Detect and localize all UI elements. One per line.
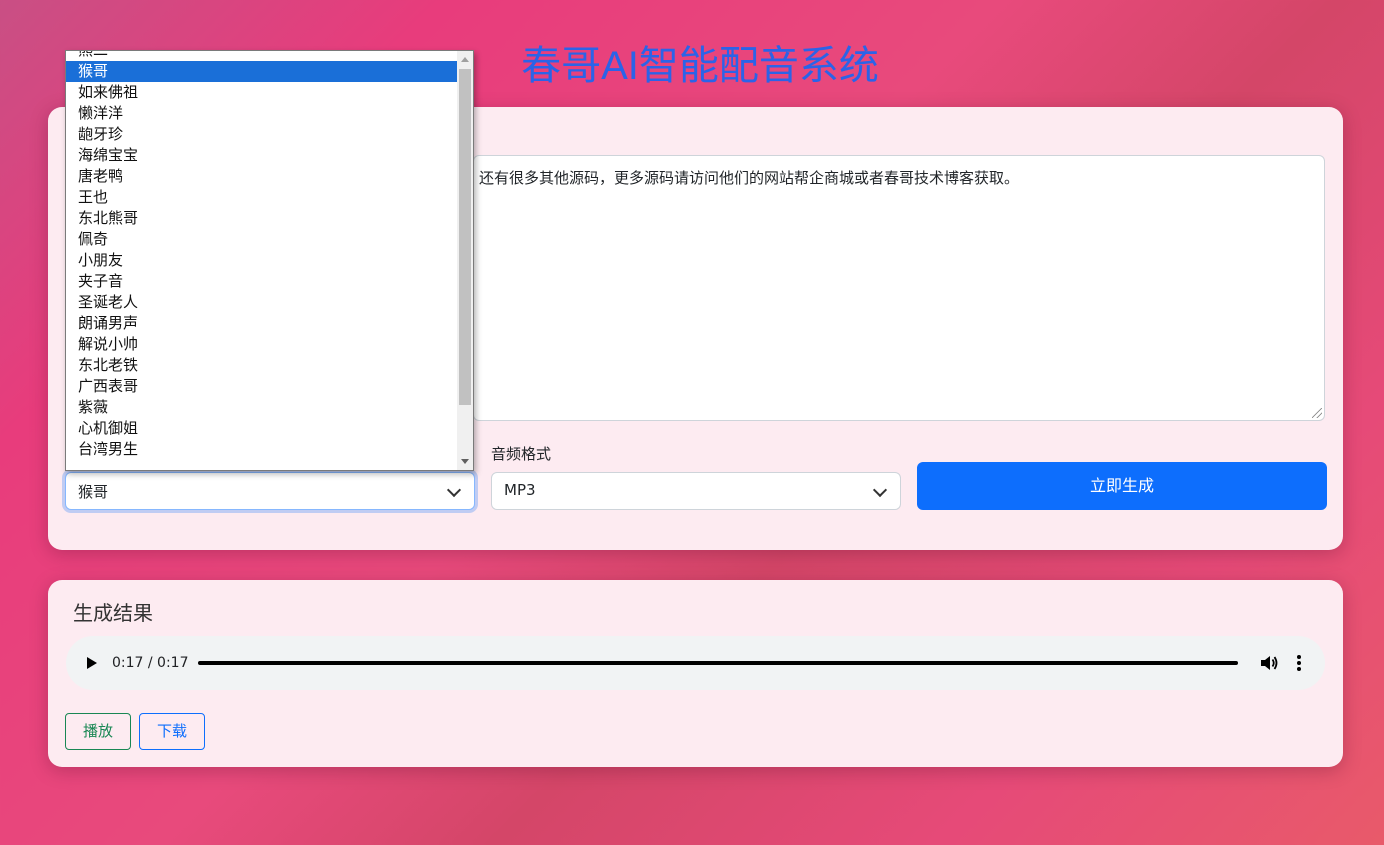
dropdown-scrollbar[interactable] xyxy=(457,51,473,470)
voice-option[interactable]: 佩奇 xyxy=(66,229,457,250)
scrollbar-thumb[interactable] xyxy=(459,69,471,405)
chevron-down-icon xyxy=(446,482,462,498)
more-options-icon[interactable] xyxy=(1296,654,1302,672)
volume-icon[interactable] xyxy=(1260,654,1278,672)
play-button[interactable]: 播放 xyxy=(65,713,131,750)
audio-progress-bar[interactable] xyxy=(198,661,1238,665)
chevron-down-icon xyxy=(872,482,888,498)
voice-option[interactable]: 朗诵男声 xyxy=(66,313,457,334)
audio-player[interactable]: 0:17 / 0:17 xyxy=(66,636,1325,690)
voice-option[interactable]: 广西表哥 xyxy=(66,376,457,397)
format-label: 音频格式 xyxy=(491,445,552,463)
voice-select-value: 猴哥 xyxy=(78,483,109,501)
voice-option[interactable]: 台湾男生 xyxy=(66,439,457,460)
scroll-up-icon[interactable] xyxy=(461,57,469,62)
voice-option[interactable]: 小朋友 xyxy=(66,250,457,271)
voice-option[interactable]: 熊二 xyxy=(66,51,457,61)
download-button[interactable]: 下载 xyxy=(139,713,205,750)
play-icon[interactable] xyxy=(87,657,97,669)
voice-option[interactable]: 东北熊哥 xyxy=(66,208,457,229)
result-card: 生成结果 0:17 / 0:17 播放 下载 xyxy=(48,580,1343,767)
format-select-value: MP3 xyxy=(504,481,536,499)
voice-option[interactable]: 心机御姐 xyxy=(66,418,457,439)
result-title: 生成结果 xyxy=(73,601,153,625)
voice-dropdown-list[interactable]: 熊二 猴哥 如来佛祖 懒洋洋 龅牙珍 海绵宝宝 唐老鸭 王也 东北熊哥 佩奇 小朋友 夹子音 圣诞老人朗… xyxy=(65,50,474,471)
voice-select[interactable]: 猴哥 xyxy=(65,472,475,510)
voice-option[interactable]: 如来佛祖 xyxy=(66,82,457,103)
text-input[interactable]: 还有很多其他源码，更多源码请访问他们的网站帮企商城或者春哥技术博客获取。 xyxy=(473,155,1325,421)
format-select[interactable]: MP3 xyxy=(491,472,901,510)
voice-option[interactable]: 解说小帅 xyxy=(66,334,457,355)
voice-option[interactable]: 懒洋洋 xyxy=(66,103,457,124)
voice-option[interactable]: 王也 xyxy=(66,187,457,208)
voice-option[interactable]: 龅牙珍 xyxy=(66,124,457,145)
resize-handle[interactable] xyxy=(1312,408,1322,418)
text-input-value: 还有很多其他源码，更多源码请访问他们的网站帮企商城或者春哥技术博客获取。 xyxy=(479,169,1020,187)
voice-option[interactable]: 猴哥 xyxy=(66,61,457,82)
voice-option[interactable]: 圣诞老人 xyxy=(66,292,457,313)
scroll-down-icon[interactable] xyxy=(461,459,469,464)
voice-option[interactable]: 夹子音 xyxy=(66,271,457,292)
voice-option[interactable]: 唐老鸭 xyxy=(66,166,457,187)
voice-option[interactable]: 海绵宝宝 xyxy=(66,145,457,166)
voice-option[interactable]: 紫薇 xyxy=(66,397,457,418)
generate-button[interactable]: 立即生成 xyxy=(917,462,1327,510)
audio-time: 0:17 / 0:17 xyxy=(112,655,189,671)
voice-option[interactable]: 东北老铁 xyxy=(66,355,457,376)
